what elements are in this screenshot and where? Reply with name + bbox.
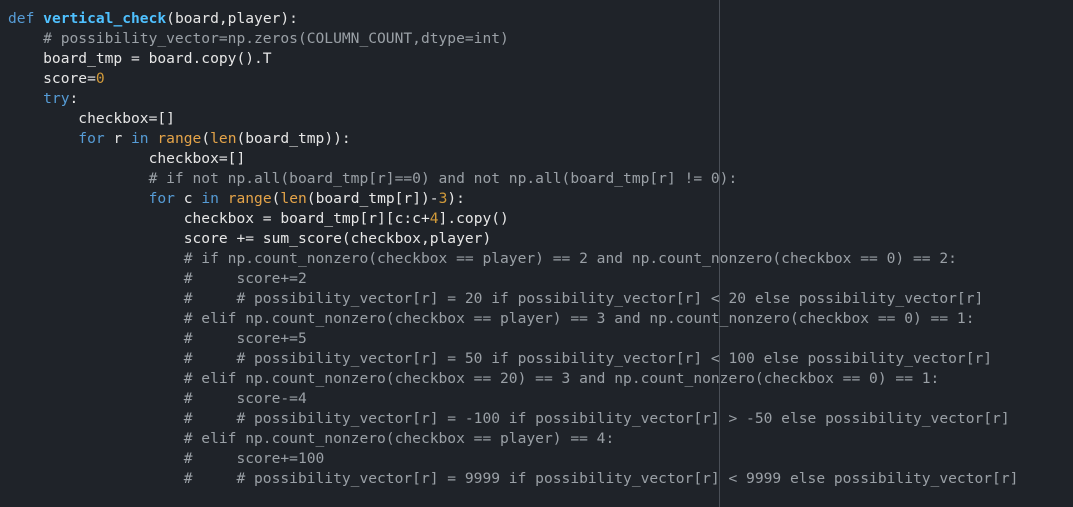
code-line[interactable]: # possibility_vector=np.zeros(COLUMN_COU… — [8, 29, 1018, 49]
code-token: 0 — [95, 70, 105, 87]
code-line[interactable]: # # possibility_vector[r] = 20 if possib… — [8, 289, 1018, 309]
code-area[interactable]: def vertical_check(board,player): # poss… — [8, 9, 1018, 489]
code-token: for — [78, 130, 105, 147]
code-token: ): — [447, 190, 465, 207]
code-line[interactable]: # score+=100 — [8, 449, 1018, 469]
code-line[interactable]: board_tmp = board.copy().T — [8, 49, 1018, 69]
code-token: checkbox=[] — [8, 110, 175, 127]
code-token: # score+=100 — [8, 450, 325, 467]
code-line[interactable]: def vertical_check(board,player): — [8, 9, 1018, 29]
code-line[interactable]: checkbox = board_tmp[r][c:c+4].copy() — [8, 209, 1018, 229]
code-token: # score+=2 — [8, 270, 307, 287]
code-token: len — [210, 130, 237, 147]
code-token: : — [69, 90, 79, 107]
code-token: 4 — [429, 210, 439, 227]
code-line[interactable]: for r in range(len(board_tmp)): — [8, 129, 1018, 149]
code-token: r — [104, 130, 132, 147]
code-line[interactable]: score += sum_score(checkbox,player) — [8, 229, 1018, 249]
code-line[interactable]: for c in range(len(board_tmp[r])-3): — [8, 189, 1018, 209]
code-line[interactable]: # elif np.count_nonzero(checkbox == play… — [8, 429, 1018, 449]
code-line[interactable]: # elif np.count_nonzero(checkbox == 20) … — [8, 369, 1018, 389]
code-token: score= — [8, 70, 96, 87]
code-line[interactable]: # score+=5 — [8, 329, 1018, 349]
code-token: len — [280, 190, 307, 207]
code-token: # # possibility_vector[r] = 50 if possib… — [8, 350, 993, 367]
code-line[interactable]: # if np.count_nonzero(checkbox == player… — [8, 249, 1018, 269]
code-token: # elif np.count_nonzero(checkbox == play… — [8, 310, 975, 327]
code-token: (board_tmp[r])- — [306, 190, 439, 207]
code-line[interactable]: score=0 — [8, 69, 1018, 89]
code-token: # possibility_vector=np.zeros(COLUMN_COU… — [8, 30, 509, 47]
code-token: # # possibility_vector[r] = 9999 if poss… — [8, 470, 1019, 487]
code-editor[interactable]: def vertical_check(board,player): # poss… — [0, 0, 1073, 507]
code-line[interactable]: # if not np.all(board_tmp[r]==0) and not… — [8, 169, 1018, 189]
code-token: checkbox=[] — [8, 150, 246, 167]
code-token: try — [43, 90, 70, 107]
code-token: ( — [201, 130, 211, 147]
code-token: (board_tmp)): — [236, 130, 351, 147]
code-token: score += sum_score(checkbox,player) — [8, 230, 492, 247]
code-token: range — [157, 130, 202, 147]
code-line[interactable]: # score+=2 — [8, 269, 1018, 289]
code-token: # if np.count_nonzero(checkbox == player… — [8, 250, 957, 267]
code-line[interactable]: # score-=4 — [8, 389, 1018, 409]
code-token: # score-=4 — [8, 390, 307, 407]
code-token: # if not np.all(board_tmp[r]==0) and not… — [8, 170, 738, 187]
code-token: def — [8, 10, 44, 27]
code-token: vertical_check — [43, 10, 167, 27]
code-token: in — [201, 190, 219, 207]
code-token: (board,player): — [166, 10, 298, 27]
code-line[interactable]: # # possibility_vector[r] = -100 if poss… — [8, 409, 1018, 429]
code-token: # elif np.count_nonzero(checkbox == play… — [8, 430, 615, 447]
code-line[interactable]: # elif np.count_nonzero(checkbox == play… — [8, 309, 1018, 329]
code-line[interactable]: checkbox=[] — [8, 109, 1018, 129]
code-token: # # possibility_vector[r] = -100 if poss… — [8, 410, 1010, 427]
code-line[interactable]: checkbox=[] — [8, 149, 1018, 169]
code-token: # # possibility_vector[r] = 20 if possib… — [8, 290, 984, 307]
code-token: ].copy() — [438, 210, 509, 227]
code-token: c — [174, 190, 202, 207]
code-token: board_tmp = board.copy().T — [8, 50, 272, 67]
code-token: # elif np.count_nonzero(checkbox == 20) … — [8, 370, 940, 387]
code-token: checkbox = board_tmp[r][c:c+ — [8, 210, 430, 227]
code-token: range — [227, 190, 272, 207]
code-line[interactable]: # # possibility_vector[r] = 50 if possib… — [8, 349, 1018, 369]
code-token: for — [148, 190, 175, 207]
code-line[interactable]: # # possibility_vector[r] = 9999 if poss… — [8, 469, 1019, 489]
code-token: # score+=5 — [8, 330, 307, 347]
code-line[interactable]: try: — [8, 89, 1018, 109]
code-token: in — [131, 130, 149, 147]
